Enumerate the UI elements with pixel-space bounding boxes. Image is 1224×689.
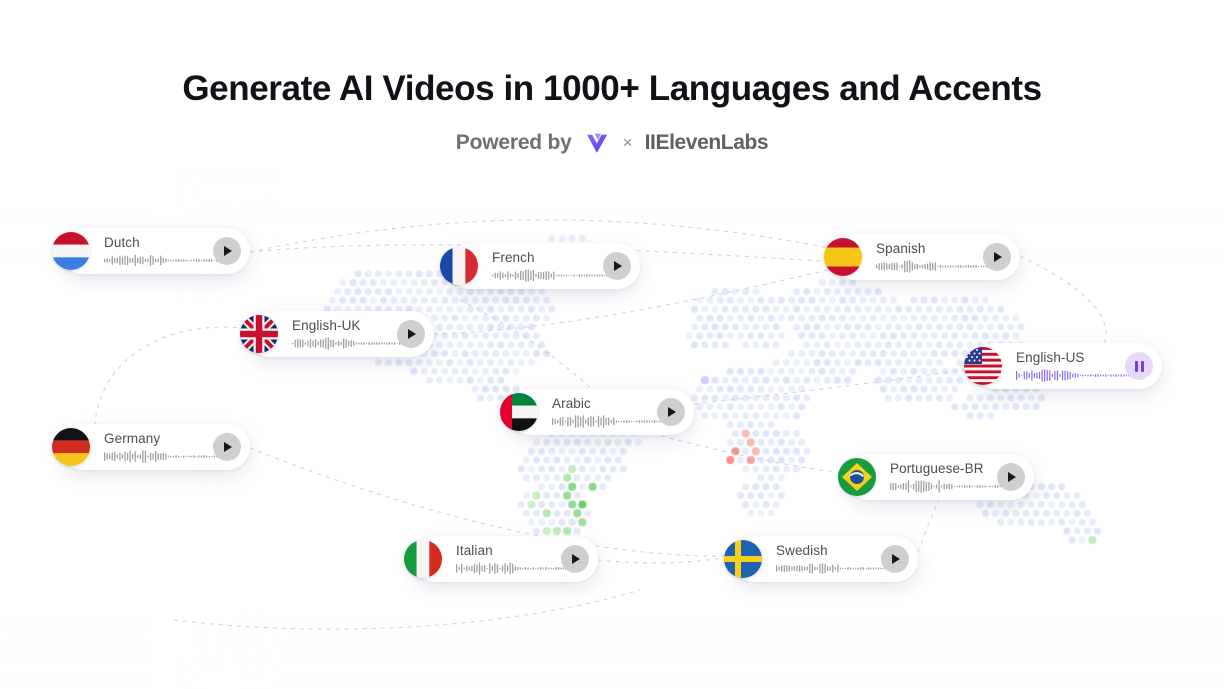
separator-x: × — [622, 133, 633, 152]
play-icon — [1008, 472, 1016, 482]
page-title: Generate AI Videos in 1000+ Languages an… — [182, 69, 1042, 108]
audio-waveform — [876, 256, 992, 273]
play-button[interactable] — [657, 398, 685, 426]
flag-germany-icon — [52, 428, 90, 466]
play-icon — [572, 554, 580, 564]
language-card-body: Germany — [104, 430, 220, 464]
language-card-english-uk[interactable]: English-UK — [240, 311, 434, 357]
language-label: English-US — [1016, 349, 1085, 365]
audio-waveform — [890, 476, 1006, 493]
language-label: Germany — [104, 430, 161, 446]
flag-spain-icon — [824, 238, 862, 276]
play-icon — [224, 246, 232, 256]
language-card-body: Swedish — [776, 542, 892, 576]
pause-icon — [1134, 360, 1144, 372]
language-card-body: Arabic — [552, 395, 668, 429]
language-card-italian[interactable]: Italian — [404, 536, 598, 582]
flag-united-kingdom-icon — [240, 315, 278, 353]
audio-waveform — [104, 250, 220, 267]
flag-sweden-icon — [724, 540, 762, 578]
language-card-swedish[interactable]: Swedish — [724, 536, 918, 582]
powered-by-label: Powered by — [455, 131, 572, 154]
hero-banner: Generate AI Videos in 1000+ Languages an… — [0, 0, 1224, 689]
play-icon — [892, 554, 900, 564]
partner-label: IIElevenLabs — [644, 131, 769, 154]
language-card-germany[interactable]: Germany — [52, 424, 250, 470]
language-card-spanish[interactable]: Spanish — [824, 234, 1020, 280]
language-label: Portuguese-BR — [890, 460, 984, 476]
play-button[interactable] — [213, 237, 241, 265]
play-icon — [668, 407, 676, 417]
flag-france-icon — [440, 247, 478, 285]
language-card-arabic[interactable]: Arabic — [500, 389, 694, 435]
play-button[interactable] — [397, 320, 425, 348]
vidnoz-v-logo-icon — [583, 129, 611, 157]
language-label: Swedish — [776, 542, 828, 558]
flag-united-states-icon — [964, 347, 1002, 385]
language-card-body: English-UK — [292, 317, 408, 351]
language-card-body: Dutch — [104, 234, 220, 268]
language-card-english-us[interactable]: English-US — [964, 343, 1162, 389]
language-card-body: English-US — [1016, 349, 1132, 383]
audio-waveform — [292, 333, 408, 350]
language-card-body: French — [492, 249, 608, 283]
pause-button[interactable] — [1125, 352, 1153, 380]
powered-by-row: Powered by × IIElevenLabs — [0, 129, 1224, 157]
language-card-french[interactable]: French — [440, 243, 640, 289]
language-label: English-UK — [292, 317, 361, 333]
play-button[interactable] — [603, 252, 631, 280]
audio-waveform — [492, 265, 608, 282]
language-label: Italian — [456, 542, 493, 558]
flag-uae-icon — [500, 393, 538, 431]
audio-waveform — [104, 446, 220, 463]
language-card-body: Italian — [456, 542, 572, 576]
audio-waveform — [776, 558, 892, 575]
language-label: Arabic — [552, 395, 591, 411]
language-card-portuguese-br[interactable]: Portuguese-BR — [838, 454, 1034, 500]
flag-netherlands-icon — [52, 232, 90, 270]
language-card-dutch[interactable]: Dutch — [52, 228, 250, 274]
play-icon — [224, 442, 232, 452]
language-label: Spanish — [876, 240, 926, 256]
header: Generate AI Videos in 1000+ Languages an… — [0, 0, 1224, 157]
language-label: French — [492, 249, 535, 265]
play-icon — [994, 252, 1002, 262]
audio-waveform — [552, 411, 668, 428]
play-button[interactable] — [213, 433, 241, 461]
flag-italy-icon — [404, 540, 442, 578]
play-button[interactable] — [881, 545, 909, 573]
play-icon — [614, 261, 622, 271]
language-card-body: Spanish — [876, 240, 992, 274]
play-button[interactable] — [983, 243, 1011, 271]
play-button[interactable] — [997, 463, 1025, 491]
play-icon — [408, 329, 416, 339]
language-card-body: Portuguese-BR — [890, 460, 1006, 494]
language-label: Dutch — [104, 234, 140, 250]
play-button[interactable] — [561, 545, 589, 573]
flag-brazil-icon — [838, 458, 876, 496]
audio-waveform — [1016, 365, 1132, 382]
audio-waveform — [456, 558, 572, 575]
